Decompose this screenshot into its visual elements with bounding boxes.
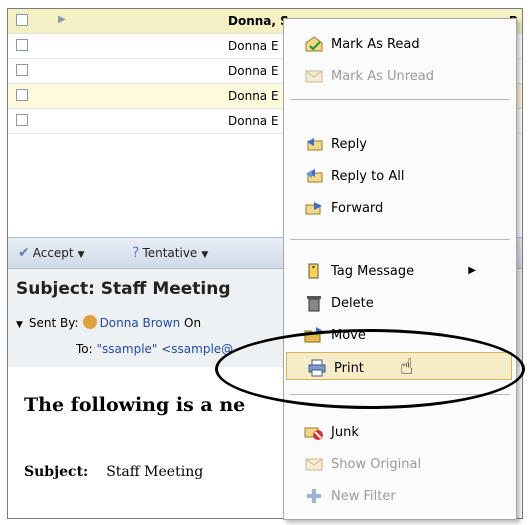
trash-icon xyxy=(307,296,321,312)
row-checkbox[interactable] xyxy=(16,39,28,51)
person-icon xyxy=(82,315,97,329)
menu-item-show-original[interactable]: Show Original xyxy=(284,449,516,479)
checkmark-icon: ✔ xyxy=(18,245,30,261)
menu-item-move[interactable]: Move xyxy=(284,320,516,350)
accept-button[interactable]: ✔ Accept ▼ xyxy=(18,245,85,261)
plus-icon xyxy=(307,489,321,503)
chevron-down-icon[interactable]: ▼ xyxy=(201,250,208,260)
tag-icon xyxy=(308,263,319,279)
to-row: To: "ssample" <ssample@ xyxy=(76,342,233,356)
reply-icon xyxy=(307,138,323,151)
menu-item-tag-message[interactable]: Tag Message ▶ xyxy=(284,256,516,286)
envelope-icon xyxy=(305,458,323,471)
body-subject-value: Staff Meeting xyxy=(106,464,204,480)
submenu-arrow-icon: ▶ xyxy=(468,265,476,276)
menu-separator xyxy=(290,99,510,100)
expand-arrow-icon[interactable]: ▶ xyxy=(58,14,66,25)
menu-separator xyxy=(290,394,510,395)
row-checkbox[interactable] xyxy=(16,14,28,26)
menu-separator xyxy=(290,239,510,240)
message-from: Donna E xyxy=(228,39,279,53)
message-body-subject: Subject: Staff Meeting xyxy=(24,464,203,480)
row-checkbox[interactable] xyxy=(16,64,28,76)
row-checkbox[interactable] xyxy=(16,114,28,126)
context-menu: Mark As Read Mark As Unread Reply Reply … xyxy=(283,18,517,520)
junk-icon xyxy=(304,427,323,440)
message-from: Donna E xyxy=(228,114,279,128)
chevron-down-icon[interactable]: ▼ xyxy=(78,250,85,260)
tentative-button[interactable]: ? Tentative ▼ xyxy=(132,245,208,261)
envelope-icon xyxy=(305,70,323,83)
sender-link[interactable]: Donna Brown xyxy=(100,316,181,330)
menu-item-junk[interactable]: Junk xyxy=(284,417,516,447)
menu-item-mark-as-unread[interactable]: Mark As Unread xyxy=(284,61,516,91)
menu-item-delete[interactable]: Delete xyxy=(284,288,516,318)
reply-all-icon xyxy=(306,169,323,183)
menu-item-mark-as-read[interactable]: Mark As Read xyxy=(284,29,516,59)
to-label: To: xyxy=(76,342,93,356)
tentative-label: Tentative xyxy=(142,246,198,260)
row-checkbox[interactable] xyxy=(16,89,28,101)
message-from: Donna E xyxy=(228,64,279,78)
body-subject-label: Subject: xyxy=(24,464,89,480)
menu-item-new-filter[interactable]: New Filter xyxy=(284,481,516,511)
menu-item-reply-to-all[interactable]: Reply to All xyxy=(284,161,516,191)
sent-by-label: Sent By: xyxy=(28,316,79,330)
menu-item-reply[interactable]: Reply xyxy=(284,129,516,159)
menu-item-forward[interactable]: Forward xyxy=(284,193,516,223)
forward-icon xyxy=(305,202,322,215)
envelope-open-check-icon xyxy=(305,36,323,52)
hand-cursor-icon: ☝ xyxy=(400,355,414,380)
recipient-link[interactable]: "ssample" <ssample@ xyxy=(97,342,234,356)
collapse-triangle-icon[interactable]: ▼ xyxy=(16,320,23,330)
accept-label: Accept xyxy=(32,246,74,260)
message-body-heading: The following is a ne xyxy=(24,394,246,416)
question-icon: ? xyxy=(132,245,140,261)
printer-icon xyxy=(308,359,326,377)
menu-item-print[interactable]: Print xyxy=(286,352,512,380)
message-subject: Subject: Staff Meeting xyxy=(16,279,231,299)
move-folder-icon xyxy=(304,327,323,343)
message-from: Donna E xyxy=(228,89,279,103)
message-from: Donna, S xyxy=(228,14,289,28)
on-label: On xyxy=(184,316,202,330)
sent-by-row: ▼ Sent By: Donna Brown On xyxy=(16,315,201,330)
